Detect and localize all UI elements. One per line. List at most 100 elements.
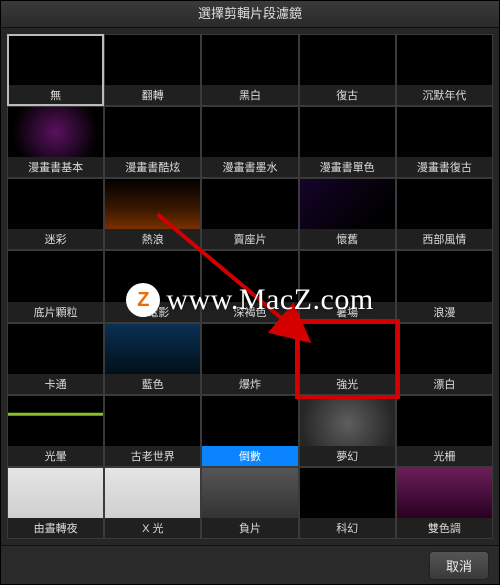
filter-preview	[397, 396, 492, 446]
filter-preview	[105, 468, 200, 518]
filter-label: 熱浪	[105, 229, 200, 249]
filter-cell[interactable]: 藍色	[104, 323, 201, 395]
filter-preview	[105, 324, 200, 374]
filter-label: 老電影	[105, 302, 200, 322]
filter-cell[interactable]: 西部風情	[396, 178, 493, 250]
filter-preview	[202, 35, 297, 85]
filter-preview	[202, 324, 297, 374]
filter-preview	[300, 251, 395, 301]
filter-preview	[202, 107, 297, 157]
filter-cell[interactable]: 暑場	[299, 250, 396, 322]
filter-label: 迷彩	[8, 229, 103, 249]
filter-label: 浪漫	[397, 302, 492, 322]
filter-label: 漂白	[397, 374, 492, 394]
filter-cell[interactable]: 深褐色	[201, 250, 298, 322]
filter-cell[interactable]: 光柵	[396, 395, 493, 467]
filter-preview	[105, 179, 200, 229]
filter-picker-window: 選擇剪輯片段濾鏡 無翻轉黑白復古沉默年代漫畫書基本漫畫書酷炫漫畫書墨水漫畫書單色…	[0, 0, 500, 585]
filter-label: 沉默年代	[397, 85, 492, 105]
filter-preview	[105, 35, 200, 85]
filter-label: 漫畫書酷炫	[105, 157, 200, 177]
filter-cell[interactable]: 老電影	[104, 250, 201, 322]
filter-preview	[397, 324, 492, 374]
filter-cell[interactable]: 迷彩	[7, 178, 104, 250]
filter-label: 暑場	[300, 302, 395, 322]
filter-label: X 光	[105, 518, 200, 538]
filter-label: 漫畫書墨水	[202, 157, 297, 177]
filter-cell[interactable]: 無	[7, 34, 104, 106]
filter-preview	[202, 468, 297, 518]
filter-label: 由晝轉夜	[8, 518, 103, 538]
filter-cell[interactable]: 漫畫書基本	[7, 106, 104, 178]
filter-preview	[8, 324, 103, 374]
filter-grid: 無翻轉黑白復古沉默年代漫畫書基本漫畫書酷炫漫畫書墨水漫畫書單色漫畫書復古迷彩熱浪…	[7, 34, 493, 539]
filter-label: 底片顆粒	[8, 302, 103, 322]
filter-cell[interactable]: 古老世界	[104, 395, 201, 467]
cancel-button[interactable]: 取消	[429, 551, 489, 580]
filter-cell[interactable]: 漫畫書單色	[299, 106, 396, 178]
filter-cell[interactable]: 雙色調	[396, 467, 493, 539]
filter-preview	[397, 35, 492, 85]
filter-preview	[8, 107, 103, 157]
filter-cell[interactable]: 漫畫書復古	[396, 106, 493, 178]
filter-cell[interactable]: 夢幻	[299, 395, 396, 467]
filter-cell[interactable]: 光暈	[7, 395, 104, 467]
filter-label: 卡通	[8, 374, 103, 394]
filter-cell[interactable]: 底片顆粒	[7, 250, 104, 322]
filter-cell[interactable]: 由晝轉夜	[7, 467, 104, 539]
filter-preview	[8, 468, 103, 518]
filter-cell[interactable]: 卡通	[7, 323, 104, 395]
filter-cell[interactable]: 懷舊	[299, 178, 396, 250]
filter-cell[interactable]: 賣座片	[201, 178, 298, 250]
filter-label: 光柵	[397, 446, 492, 466]
filter-label: 倒數	[202, 446, 297, 466]
filter-label: 漫畫書復古	[397, 157, 492, 177]
filter-label: 古老世界	[105, 446, 200, 466]
filter-cell[interactable]: 沉默年代	[396, 34, 493, 106]
filter-cell[interactable]: 負片	[201, 467, 298, 539]
filter-cell[interactable]: 漫畫書墨水	[201, 106, 298, 178]
filter-label: 漫畫書單色	[300, 157, 395, 177]
dialog-footer: 取消	[1, 545, 499, 584]
filter-label: 黑白	[202, 85, 297, 105]
filter-label: 強光	[300, 374, 395, 394]
filter-label: 科幻	[300, 518, 395, 538]
filter-label: 夢幻	[300, 446, 395, 466]
filter-preview	[202, 179, 297, 229]
filter-preview	[300, 468, 395, 518]
filter-cell[interactable]: 浪漫	[396, 250, 493, 322]
filter-cell[interactable]: 漫畫書酷炫	[104, 106, 201, 178]
filter-preview	[300, 324, 395, 374]
filter-label: 賣座片	[202, 229, 297, 249]
filter-preview	[105, 251, 200, 301]
filter-cell[interactable]: 復古	[299, 34, 396, 106]
filter-label: 負片	[202, 518, 297, 538]
filter-cell[interactable]: 漂白	[396, 323, 493, 395]
filter-cell[interactable]: 翻轉	[104, 34, 201, 106]
filter-cell[interactable]: 倒數	[201, 395, 298, 467]
filter-grid-wrap: 無翻轉黑白復古沉默年代漫畫書基本漫畫書酷炫漫畫書墨水漫畫書單色漫畫書復古迷彩熱浪…	[1, 28, 499, 545]
filter-cell[interactable]: 強光	[299, 323, 396, 395]
filter-preview	[397, 468, 492, 518]
filter-cell[interactable]: X 光	[104, 467, 201, 539]
filter-preview	[8, 251, 103, 301]
filter-preview	[300, 179, 395, 229]
filter-label: 翻轉	[105, 85, 200, 105]
filter-preview	[202, 396, 297, 446]
filter-cell[interactable]: 熱浪	[104, 178, 201, 250]
filter-label: 懷舊	[300, 229, 395, 249]
filter-cell[interactable]: 黑白	[201, 34, 298, 106]
filter-preview	[8, 35, 103, 85]
filter-label: 爆炸	[202, 374, 297, 394]
filter-preview	[105, 107, 200, 157]
filter-cell[interactable]: 爆炸	[201, 323, 298, 395]
filter-preview	[397, 107, 492, 157]
filter-preview	[300, 396, 395, 446]
filter-cell[interactable]: 科幻	[299, 467, 396, 539]
filter-preview	[300, 35, 395, 85]
filter-preview	[397, 179, 492, 229]
filter-label: 藍色	[105, 374, 200, 394]
filter-preview	[8, 179, 103, 229]
filter-preview	[202, 251, 297, 301]
filter-label: 無	[8, 85, 103, 105]
